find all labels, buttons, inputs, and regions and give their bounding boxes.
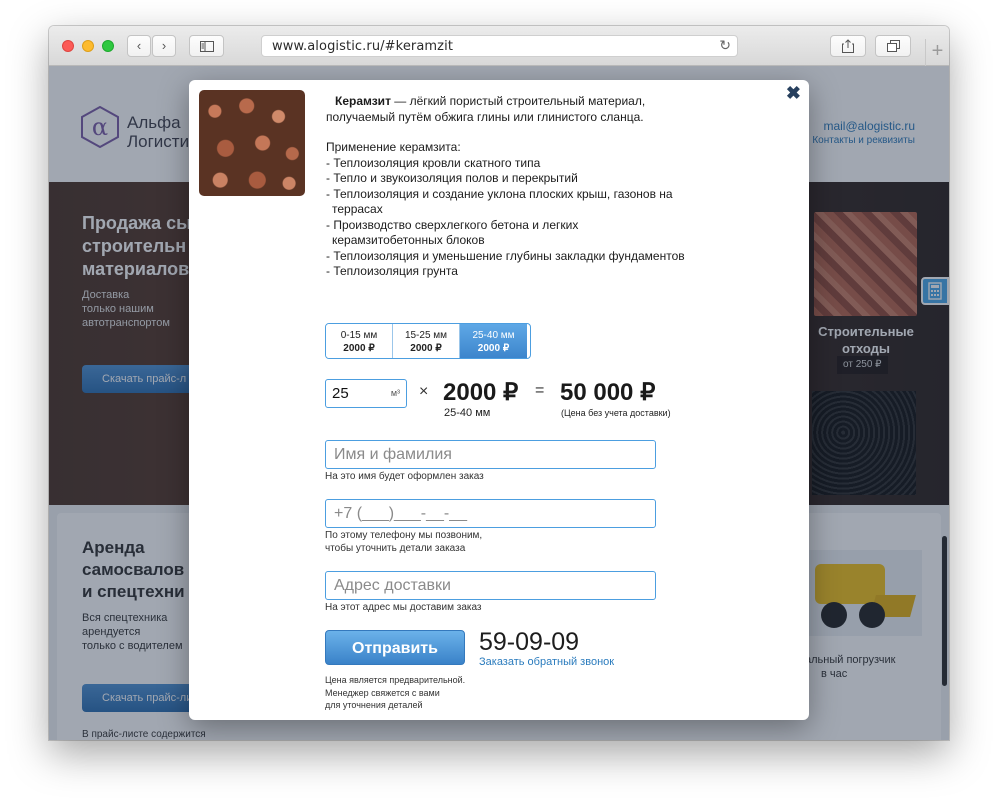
fraction-option-0-15[interactable]: 0-15 мм 2000 ₽ <box>326 324 393 358</box>
multiply-sign: × <box>419 383 429 400</box>
phone-field <box>325 499 656 528</box>
name-input[interactable] <box>326 441 655 468</box>
phone-note-line: чтобы уточнить детали заказа <box>325 543 466 554</box>
share-icon <box>842 39 854 53</box>
submit-note-line: для уточнения деталей <box>325 700 423 710</box>
submit-note-line: Цена является предварительной. <box>325 675 466 685</box>
share-button[interactable] <box>830 35 866 57</box>
new-tab-button[interactable]: + <box>925 39 949 66</box>
tabs-overview-button[interactable] <box>875 35 911 57</box>
total-price-note: (Цена без учета доставки) <box>561 408 671 418</box>
unit-price-fraction: 25-40 мм <box>444 407 491 419</box>
address-bar[interactable]: www.alogistic.ru/#keramzit ↻ <box>261 35 738 57</box>
tabs-icon <box>886 40 900 52</box>
sidebar-icon <box>199 41 214 52</box>
browser-toolbar: ‹ › www.alogistic.ru/#keramzit ↻ + <box>49 26 949 66</box>
submit-note: Цена является предварительной. Менеджер … <box>325 674 465 712</box>
submit-button[interactable]: Отправить <box>325 630 465 665</box>
forward-button[interactable]: › <box>152 35 176 57</box>
application-item: - Теплоизоляция кровли скатного типа <box>326 155 541 170</box>
plus-icon: + <box>931 40 944 62</box>
browser-window: ‹ › www.alogistic.ru/#keramzit ↻ + α Аль… <box>49 26 949 740</box>
order-modal: ✖ Керамзит — лёгкий пористый строительны… <box>189 80 809 720</box>
close-window-button[interactable] <box>62 40 74 52</box>
phone-note-line: По этому телефону мы позвоним, <box>325 530 483 541</box>
fraction-option-15-25[interactable]: 15-25 мм 2000 ₽ <box>393 324 460 358</box>
web-page: α Альфа Логисти mail@alogistic.ru Контак… <box>49 66 949 740</box>
phone-input[interactable] <box>326 500 655 527</box>
fraction-price: 2000 ₽ <box>410 343 442 354</box>
application-item: - Теплоизоляция и уменьшение глубины зак… <box>326 248 685 263</box>
fraction-selector: 0-15 мм 2000 ₽ 15-25 мм 2000 ₽ 25-40 мм … <box>325 323 531 359</box>
application-item: - Теплоизоляция грунта <box>326 264 458 278</box>
address-note: На этот адрес мы доставим заказ <box>325 602 482 613</box>
quantity-input[interactable] <box>326 380 386 407</box>
unit-label: м³ <box>390 388 400 398</box>
phone-note: По этому телефону мы позвоним, чтобы уто… <box>325 529 482 555</box>
fraction-size: 15-25 мм <box>404 330 448 341</box>
fraction-size: 25-40 мм <box>472 330 515 341</box>
product-description: Керамзит — лёгкий пористый строительный … <box>326 94 686 280</box>
back-button[interactable]: ‹ <box>127 35 151 57</box>
fraction-option-25-40[interactable]: 25-40 мм 2000 ₽ <box>460 324 527 358</box>
zoom-window-button[interactable] <box>102 40 114 52</box>
callback-link[interactable]: Заказать обратный звонок <box>479 656 614 668</box>
back-icon: ‹ <box>136 38 142 53</box>
fraction-size: 0-15 мм <box>340 330 378 341</box>
name-field <box>325 440 656 469</box>
forward-icon: › <box>161 38 167 53</box>
application-item: - Теплоизоляция и создание уклона плоски… <box>326 186 673 217</box>
keramzit-image <box>199 90 305 196</box>
quantity-field: м³ <box>325 379 407 408</box>
fraction-price: 2000 ₽ <box>477 343 510 354</box>
name-note: На это имя будет оформлен заказ <box>325 471 484 482</box>
address-input[interactable] <box>326 572 655 599</box>
sidebar-toggle-button[interactable] <box>189 35 224 57</box>
total-price: 50 000 ₽ <box>560 379 656 406</box>
submit-note-line: Менеджер свяжется с вами <box>325 687 440 698</box>
product-lead: — лёгкий пористый строительный материал, <box>390 94 646 108</box>
reload-icon[interactable]: ↻ <box>719 37 731 54</box>
application-item: - Производство сверхлегкого бетона и лег… <box>326 217 579 248</box>
applications-title: Применение керамзита: <box>326 140 461 154</box>
product-lead-2: получаемый путём обжига глины или глинис… <box>326 109 644 124</box>
url-text: www.alogistic.ru/#keramzit <box>272 39 454 54</box>
unit-price: 2000 ₽ <box>443 379 519 406</box>
close-icon[interactable]: ✖ <box>786 83 801 104</box>
company-phone: 59-09-09 <box>479 628 580 656</box>
address-field <box>325 571 656 600</box>
fraction-price: 2000 ₽ <box>343 343 375 354</box>
application-item: - Тепло и звукоизоляция полов и перекрыт… <box>326 171 578 185</box>
minimize-window-button[interactable] <box>82 40 94 52</box>
equals-sign: = <box>535 382 545 399</box>
product-name: Керамзит <box>335 94 391 108</box>
